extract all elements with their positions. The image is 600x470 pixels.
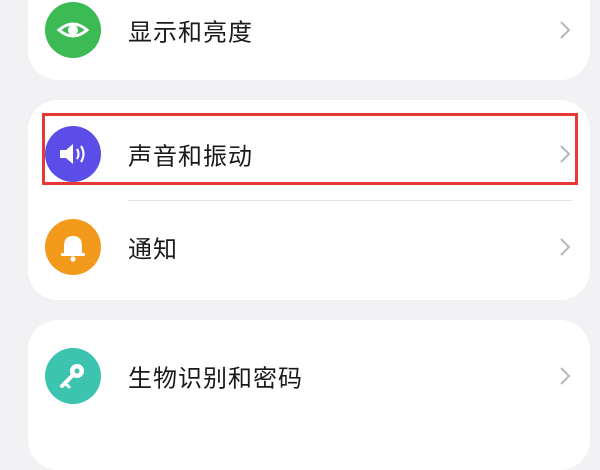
chevron-right-icon [560,238,571,256]
chevron-right-icon [560,367,571,385]
settings-item-label: 生物识别和密码 [128,364,303,393]
settings-item-notifications[interactable]: 通知 [28,207,590,287]
settings-card-security: 生物识别和密码 [28,320,590,470]
settings-item-biometrics[interactable]: 生物识别和密码 [28,336,590,416]
settings-item-display[interactable]: 显示和亮度 [28,0,590,70]
key-icon [45,348,101,404]
settings-item-label: 显示和亮度 [128,18,253,47]
divider [128,200,572,201]
settings-item-label: 通知 [128,235,178,264]
settings-card-display: 显示和亮度 [28,0,590,80]
bell-icon [45,219,101,275]
chevron-right-icon [560,21,571,39]
highlight-box [42,113,578,185]
eye-icon [45,2,101,58]
